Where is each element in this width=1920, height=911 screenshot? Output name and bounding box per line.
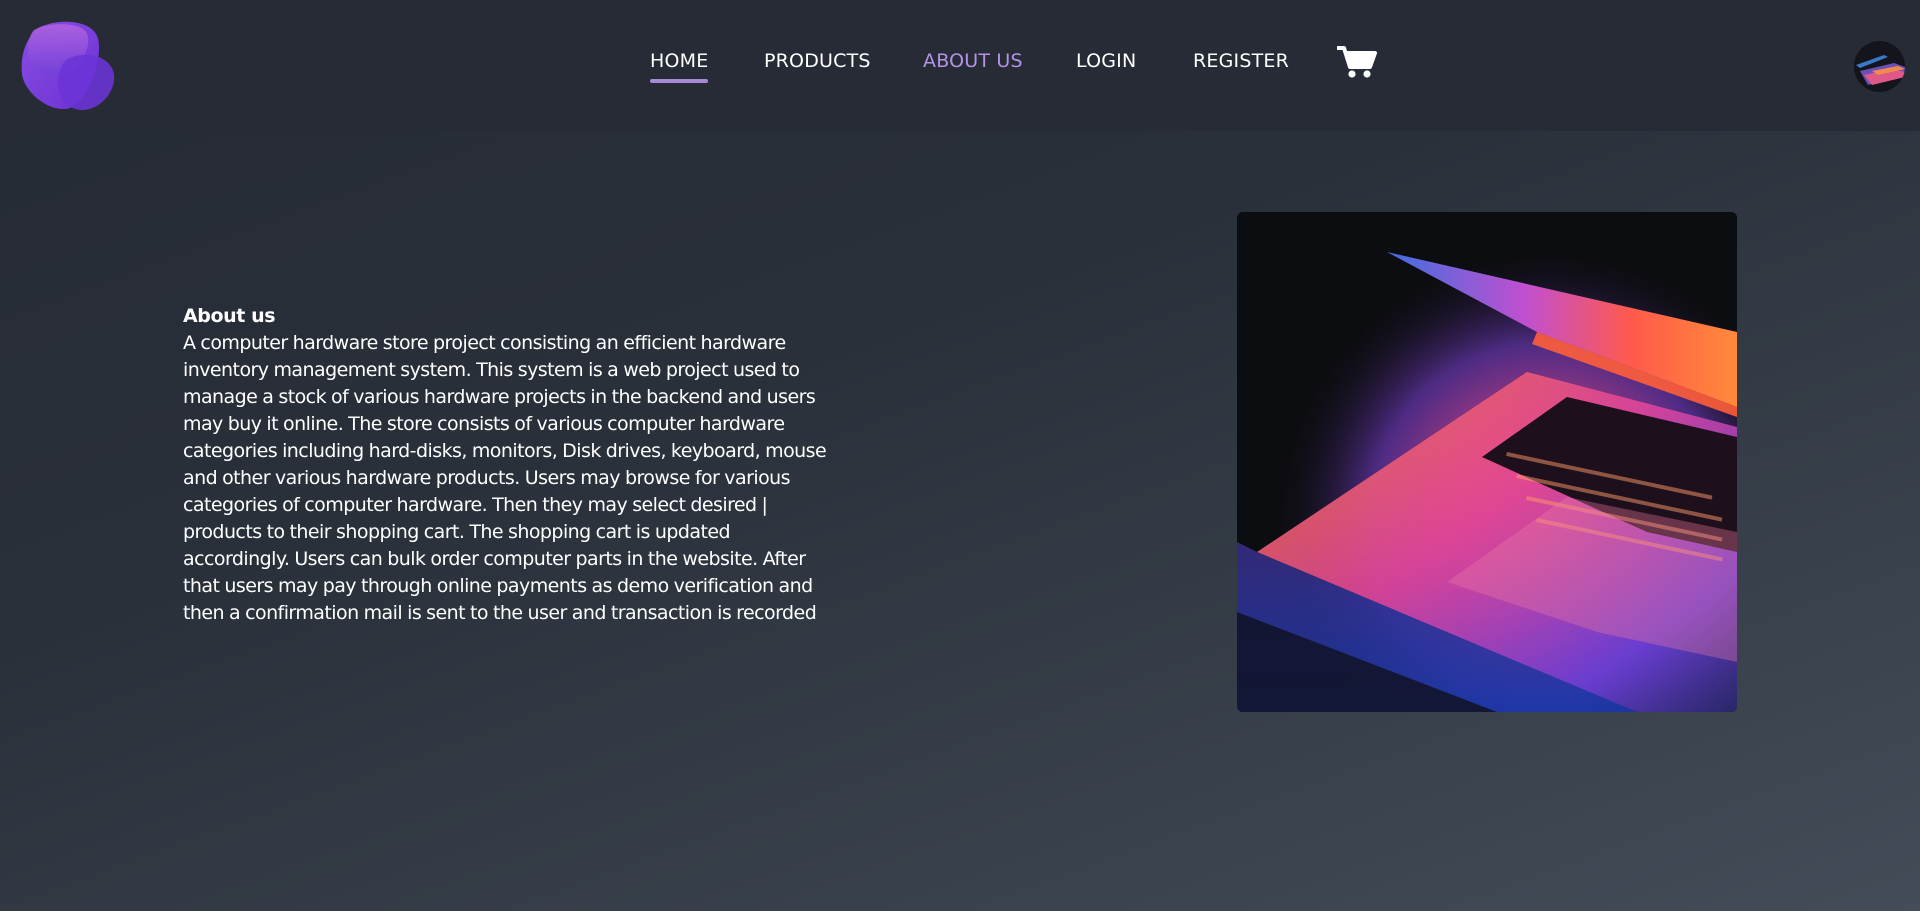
- nav-link-register[interactable]: REGISTER: [1193, 50, 1289, 72]
- about-line: manage a stock of various hardware proje…: [183, 386, 816, 408]
- about-description: A computer hardware store project consis…: [183, 330, 883, 627]
- nav-link-about-us[interactable]: ABOUT US: [923, 50, 1023, 72]
- about-line: products to their shopping cart. The sho…: [183, 521, 731, 543]
- about-title: About us: [183, 305, 276, 327]
- user-avatar-icon[interactable]: [1854, 41, 1905, 92]
- about-line: then a confirmation mail is sent to the …: [183, 602, 817, 624]
- nav-link-products[interactable]: PRODUCTS: [764, 50, 871, 72]
- shopping-cart-icon[interactable]: [1336, 45, 1377, 79]
- about-section: About us A computer hardware store proje…: [183, 303, 883, 627]
- about-line: may buy it online. The store consists of…: [183, 413, 785, 435]
- about-line: categories of computer hardware. Then th…: [183, 494, 768, 516]
- brand-logo-icon[interactable]: [18, 20, 116, 112]
- about-line: inventory management system. This system…: [183, 359, 800, 381]
- about-line: and other various hardware products. Use…: [183, 467, 791, 489]
- about-line: accordingly. Users can bulk order comput…: [183, 548, 806, 570]
- about-line: categories including hard-disks, monitor…: [183, 440, 827, 462]
- nav-link-login[interactable]: LOGIN: [1076, 50, 1136, 72]
- about-line: A computer hardware store project consis…: [183, 332, 786, 354]
- navbar: HOME PRODUCTS ABOUT US LOGIN REGISTER: [0, 0, 1920, 131]
- about-line: that users may pay through online paymen…: [183, 575, 813, 597]
- laptop-hero-image: [1237, 212, 1737, 712]
- nav-link-home[interactable]: HOME: [650, 50, 709, 83]
